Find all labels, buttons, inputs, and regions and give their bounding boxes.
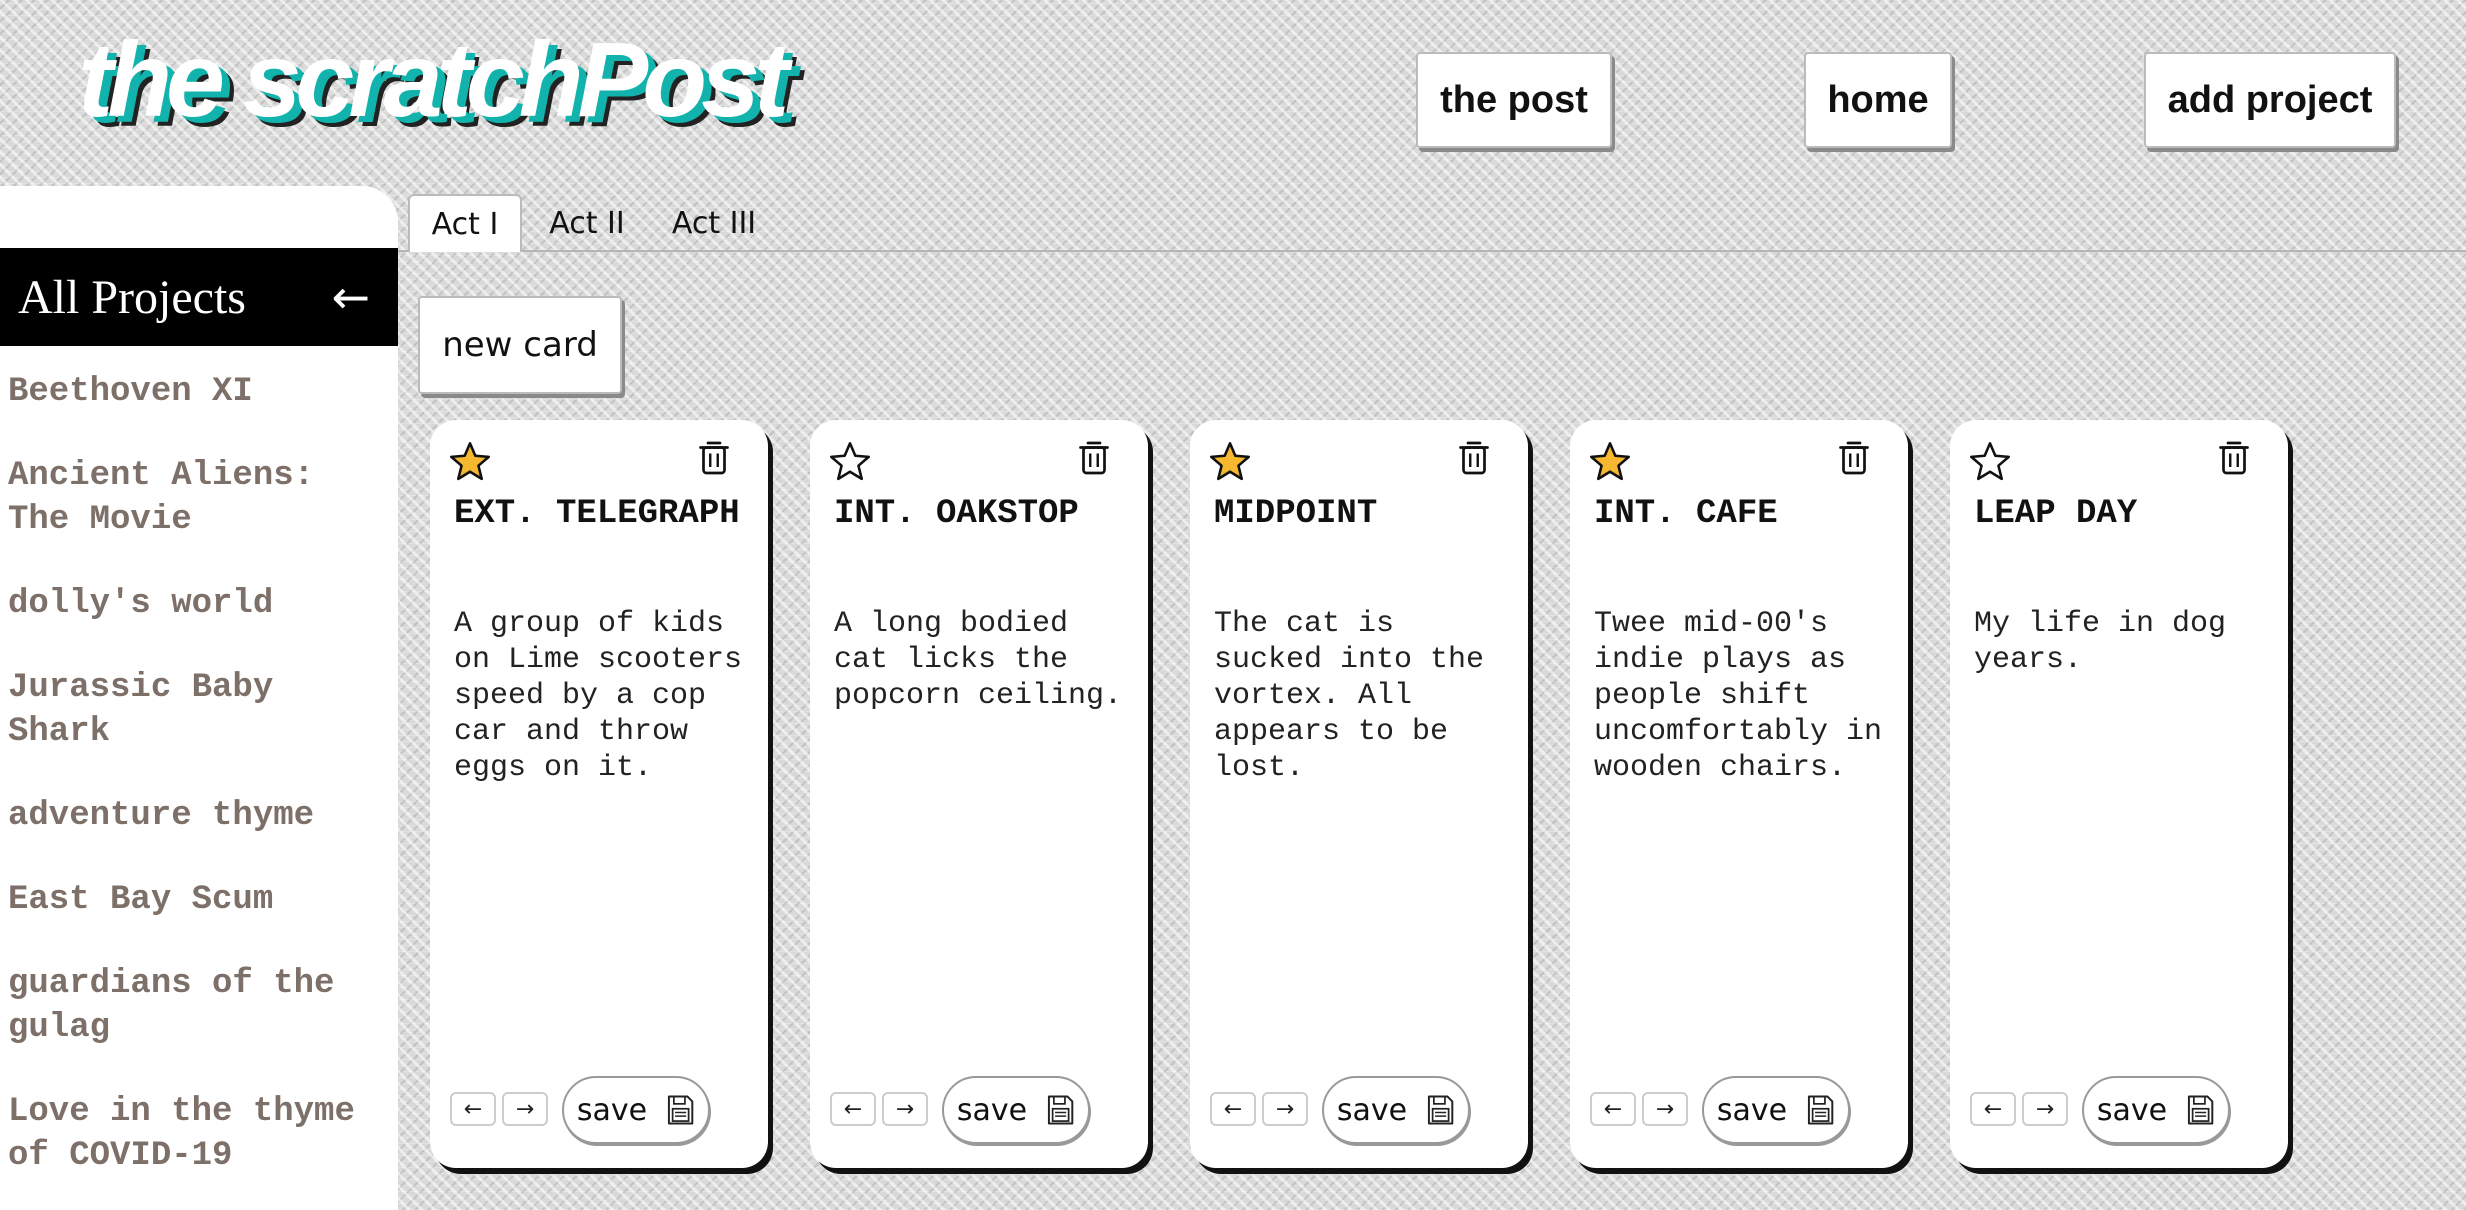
project-item[interactable]: dolly's world <box>8 582 388 626</box>
tab-act-ii[interactable]: Act II <box>532 194 642 252</box>
move-left-button[interactable]: ← <box>1970 1092 2016 1126</box>
move-right-button[interactable]: → <box>1262 1092 1308 1126</box>
project-list: Beethoven XI Ancient Aliens: The Movie d… <box>8 370 388 1210</box>
act-tabs: Act I Act II Act III <box>398 186 2466 252</box>
save-label: save <box>956 1092 1028 1128</box>
save-button[interactable]: save <box>2082 1076 2230 1144</box>
save-button[interactable]: save <box>942 1076 1090 1144</box>
move-right-button[interactable]: → <box>1642 1092 1688 1126</box>
save-label: save <box>1716 1092 1788 1128</box>
project-item[interactable]: Ancient Aliens: The Movie <box>8 454 388 542</box>
add-project-button[interactable]: add project <box>2144 52 2396 148</box>
move-left-button[interactable]: ← <box>830 1092 876 1126</box>
card-description[interactable]: The cat is sucked into the vortex. All a… <box>1214 606 1512 786</box>
save-button[interactable]: save <box>562 1076 710 1144</box>
scene-card: MIDPOINT The cat is sucked into the vort… <box>1190 420 1528 1168</box>
move-right-button[interactable]: → <box>502 1092 548 1126</box>
floppy-disk-icon <box>1808 1095 1834 1125</box>
tab-act-i[interactable]: Act I <box>408 194 522 252</box>
project-item[interactable]: Beethoven XI <box>8 370 388 414</box>
card-title[interactable]: INT. CAFE <box>1594 492 1890 536</box>
star-icon[interactable] <box>828 440 872 484</box>
floppy-disk-icon <box>2188 1095 2214 1125</box>
card-title[interactable]: INT. OAKSTOP <box>834 492 1130 536</box>
save-label: save <box>1336 1092 1408 1128</box>
save-button[interactable]: save <box>1322 1076 1470 1144</box>
project-item[interactable]: adventure thyme <box>8 794 388 838</box>
star-icon[interactable] <box>448 440 492 484</box>
sidebar-title: All Projects <box>18 270 246 324</box>
scene-card: INT. OAKSTOP A long bodied cat licks the… <box>810 420 1148 1168</box>
move-right-button[interactable]: → <box>882 1092 928 1126</box>
move-left-button[interactable]: ← <box>1210 1092 1256 1126</box>
home-button[interactable]: home <box>1804 52 1952 148</box>
trash-icon[interactable] <box>1836 438 1872 478</box>
floppy-disk-icon <box>1428 1095 1454 1125</box>
trash-icon[interactable] <box>1076 438 1112 478</box>
star-icon[interactable] <box>1208 440 1252 484</box>
sidebar-header: All Projects ← <box>0 248 398 346</box>
sidebar: All Projects ← Beethoven XI Ancient Alie… <box>0 186 398 1210</box>
card-description[interactable]: A group of kids on Lime scooters speed b… <box>454 606 752 786</box>
left-arrow-icon[interactable]: ← <box>331 274 370 320</box>
save-label: save <box>576 1092 648 1128</box>
project-item[interactable]: East Bay Scum <box>8 878 388 922</box>
card-description[interactable]: Twee mid-00's indie plays as people shif… <box>1594 606 1892 786</box>
card-title[interactable]: LEAP DAY <box>1974 492 2270 536</box>
card-title[interactable]: MIDPOINT <box>1214 492 1510 536</box>
scene-card: LEAP DAY My life in dog years. ← → save <box>1950 420 2288 1168</box>
trash-icon[interactable] <box>2216 438 2252 478</box>
scene-card: EXT. TELEGRAPH A group of kids on Lime s… <box>430 420 768 1168</box>
the-post-button[interactable]: the post <box>1416 52 1612 148</box>
star-icon[interactable] <box>1968 440 2012 484</box>
scene-card: INT. CAFE Twee mid-00's indie plays as p… <box>1570 420 1908 1168</box>
card-title[interactable]: EXT. TELEGRAPH <box>454 492 750 536</box>
trash-icon[interactable] <box>1456 438 1492 478</box>
new-card-button[interactable]: new card <box>418 296 622 394</box>
floppy-disk-icon <box>668 1095 694 1125</box>
card-description[interactable]: A long bodied cat licks the popcorn ceil… <box>834 606 1132 714</box>
star-icon[interactable] <box>1588 440 1632 484</box>
move-left-button[interactable]: ← <box>1590 1092 1636 1126</box>
project-item[interactable]: Love in the thyme of COVID-19 <box>8 1090 388 1178</box>
trash-icon[interactable] <box>696 438 732 478</box>
tab-act-iii[interactable]: Act III <box>654 194 774 252</box>
move-right-button[interactable]: → <box>2022 1092 2068 1126</box>
save-button[interactable]: save <box>1702 1076 1850 1144</box>
app-logo: the scratchPost <box>78 21 789 139</box>
move-left-button[interactable]: ← <box>450 1092 496 1126</box>
save-label: save <box>2096 1092 2168 1128</box>
project-item[interactable]: Jurassic Baby Shark <box>8 666 388 754</box>
floppy-disk-icon <box>1048 1095 1074 1125</box>
project-item[interactable]: guardians of the gulag <box>8 962 388 1050</box>
card-description[interactable]: My life in dog years. <box>1974 606 2272 678</box>
